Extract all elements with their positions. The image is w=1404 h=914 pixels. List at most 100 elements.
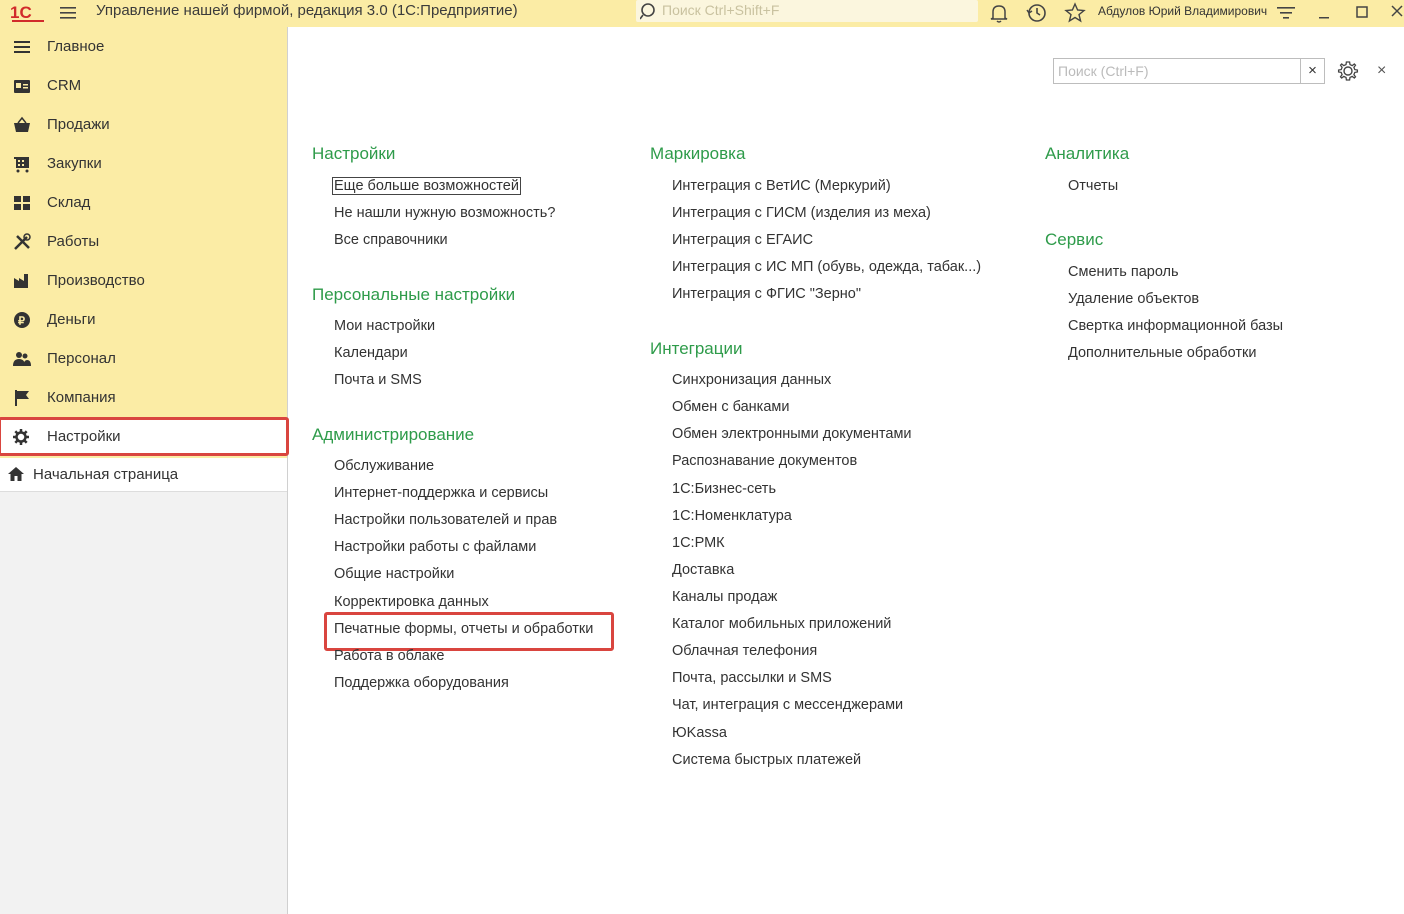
link-maintenance[interactable]: Обслуживание: [334, 458, 434, 474]
close-panel-button[interactable]: ×: [1377, 62, 1386, 80]
link-edo[interactable]: Обмен электронными документами: [672, 426, 912, 442]
group-title-integrations: Интеграции: [650, 339, 743, 358]
minimize-icon[interactable]: [1312, 1, 1336, 25]
sidebar-item-purchases[interactable]: Закупки: [0, 144, 287, 183]
warehouse-icon: [14, 196, 30, 210]
sidebar-item-label: Работы: [47, 233, 100, 250]
group-title-settings: Настройки: [312, 144, 396, 163]
home-icon: [8, 467, 24, 481]
link-cloud-work[interactable]: Работа в облаке: [334, 648, 444, 664]
link-sbp[interactable]: Система быстрых платежей: [672, 752, 861, 768]
link-fgis-zerno[interactable]: Интеграция с ФГИС "Зерно": [672, 286, 861, 302]
title-bar: 1С Управление нашей фирмой, редакция 3.0…: [0, 0, 1404, 27]
sidebar-item-production[interactable]: Производство: [0, 261, 287, 300]
link-rmk[interactable]: 1С:РМК: [672, 535, 725, 551]
sidebar-item-crm[interactable]: CRM: [0, 66, 287, 105]
maximize-icon[interactable]: [1350, 1, 1374, 25]
panel-settings-icon[interactable]: [1337, 60, 1359, 82]
sidebar-item-company[interactable]: Компания: [0, 378, 287, 417]
sidebar-item-label: Главное: [47, 38, 105, 55]
link-cloud-telephony[interactable]: Облачная телефония: [672, 643, 817, 659]
link-business-network[interactable]: 1С:Бизнес-сеть: [672, 481, 776, 497]
sidebar-item-settings[interactable]: Настройки: [0, 417, 289, 456]
link-feature-not-found[interactable]: Не нашли нужную возможность?: [334, 205, 555, 221]
link-calendars[interactable]: Календари: [334, 345, 408, 361]
sidebar-item-label: Производство: [47, 272, 145, 289]
group-title-administration: Администрирование: [312, 425, 475, 444]
link-equipment-support[interactable]: Поддержка оборудования: [334, 675, 509, 691]
link-general-settings[interactable]: Общие настройки: [334, 566, 454, 582]
link-data-correction[interactable]: Корректировка данных: [334, 594, 489, 610]
group-title-marking: Маркировка: [650, 144, 746, 163]
cart-icon: [14, 157, 29, 173]
bell-icon[interactable]: [987, 1, 1011, 25]
1c-logo-icon[interactable]: 1С: [10, 2, 46, 24]
link-users-rights[interactable]: Настройки пользователей и прав: [334, 512, 557, 528]
user-name[interactable]: Абдулов Юрий Владимирович: [1098, 4, 1267, 18]
group-title-personal-settings: Персональные настройки: [312, 285, 516, 304]
link-data-sync[interactable]: Синхронизация данных: [672, 372, 831, 388]
global-search-input[interactable]: Поиск Ctrl+Shift+F: [636, 0, 978, 22]
menu-lines-icon: [14, 41, 30, 53]
sidebar-item-label: CRM: [47, 77, 82, 94]
link-is-mp[interactable]: Интеграция с ИС МП (обувь, одежда, табак…: [672, 259, 981, 275]
sidebar-item-warehouse[interactable]: Склад: [0, 183, 287, 222]
sidebar-item-label: Компания: [47, 389, 116, 406]
global-search-placeholder: Поиск Ctrl+Shift+F: [662, 2, 780, 18]
people-icon: [13, 352, 31, 366]
flag-icon: [15, 390, 29, 406]
sidebar-item-works[interactable]: Работы: [0, 222, 287, 261]
sidebar-item-label: Настройки: [47, 428, 121, 445]
sidebar-item-sales[interactable]: Продажи: [0, 105, 287, 144]
link-bank-exchange[interactable]: Обмен с банками: [672, 399, 789, 415]
sidebar-item-label: Персонал: [47, 350, 116, 367]
link-yukassa[interactable]: ЮKassa: [672, 725, 727, 741]
sidebar-item-staff[interactable]: Персонал: [0, 339, 287, 378]
tools-icon: [14, 233, 31, 250]
sidebar-item-main[interactable]: Главное: [0, 27, 287, 66]
close-window-icon[interactable]: [1386, 1, 1404, 25]
link-internet-support[interactable]: Интернет-поддержка и сервисы: [334, 485, 548, 501]
sections-panel: Главное CRM Продажи Закупки Склад Работы…: [0, 27, 289, 914]
link-more-features[interactable]: Еще больше возможностей: [332, 177, 521, 195]
link-mobile-apps[interactable]: Каталог мобильных приложений: [672, 616, 891, 632]
link-mail-sms[interactable]: Почта и SMS: [334, 372, 422, 388]
gear-icon: [13, 429, 29, 445]
basket-icon: [14, 116, 30, 132]
ruble-icon: ₽: [14, 312, 30, 328]
link-chat-messengers[interactable]: Чат, интеграция с мессенджерами: [672, 697, 903, 713]
link-delivery[interactable]: Доставка: [672, 562, 734, 578]
sidebar-item-label: Деньги: [47, 311, 96, 328]
factory-icon: [14, 274, 28, 288]
history-icon[interactable]: [1025, 1, 1049, 25]
star-favorites-icon[interactable]: [1063, 1, 1087, 25]
link-nomenclature[interactable]: 1С:Номенклатура: [672, 508, 792, 524]
link-reports[interactable]: Отчеты: [1068, 178, 1118, 194]
link-egais[interactable]: Интеграция с ЕГАИС: [672, 232, 813, 248]
clear-search-button[interactable]: ×: [1300, 58, 1325, 84]
link-print-forms-reports[interactable]: Печатные формы, отчеты и обработки: [334, 621, 593, 637]
link-vetis[interactable]: Интеграция с ВетИС (Меркурий): [672, 178, 891, 194]
svg-text:₽: ₽: [18, 316, 25, 328]
sidebar-item-label: Склад: [47, 194, 91, 211]
link-mail-mailing-sms[interactable]: Почта, рассылки и SMS: [672, 670, 832, 686]
link-all-catalogs[interactable]: Все справочники: [334, 232, 448, 248]
link-gism[interactable]: Интеграция с ГИСМ (изделия из меха): [672, 205, 931, 221]
sidebar-item-label: Продажи: [47, 116, 110, 133]
link-additional-processing[interactable]: Дополнительные обработки: [1068, 345, 1256, 361]
search-icon: [640, 3, 655, 20]
link-delete-objects[interactable]: Удаление объектов: [1068, 291, 1199, 307]
link-doc-recognition[interactable]: Распознавание документов: [672, 453, 857, 469]
settings-menu-icon[interactable]: [1274, 1, 1298, 25]
sections-list: Главное CRM Продажи Закупки Склад Работы…: [0, 27, 289, 458]
search-input[interactable]: [1053, 58, 1301, 84]
link-infobase-collapse[interactable]: Свертка информационной базы: [1068, 318, 1283, 334]
group-title-analytics: Аналитика: [1045, 144, 1130, 163]
link-sales-channels[interactable]: Каналы продаж: [672, 589, 777, 605]
link-file-settings[interactable]: Настройки работы с файлами: [334, 539, 536, 555]
link-change-password[interactable]: Сменить пароль: [1068, 264, 1179, 280]
home-page-link[interactable]: Начальная страница: [0, 458, 287, 492]
sidebar-item-money[interactable]: ₽ Деньги: [0, 300, 287, 339]
link-my-settings[interactable]: Мои настройки: [334, 318, 435, 334]
hamburger-menu-icon[interactable]: [58, 3, 78, 23]
